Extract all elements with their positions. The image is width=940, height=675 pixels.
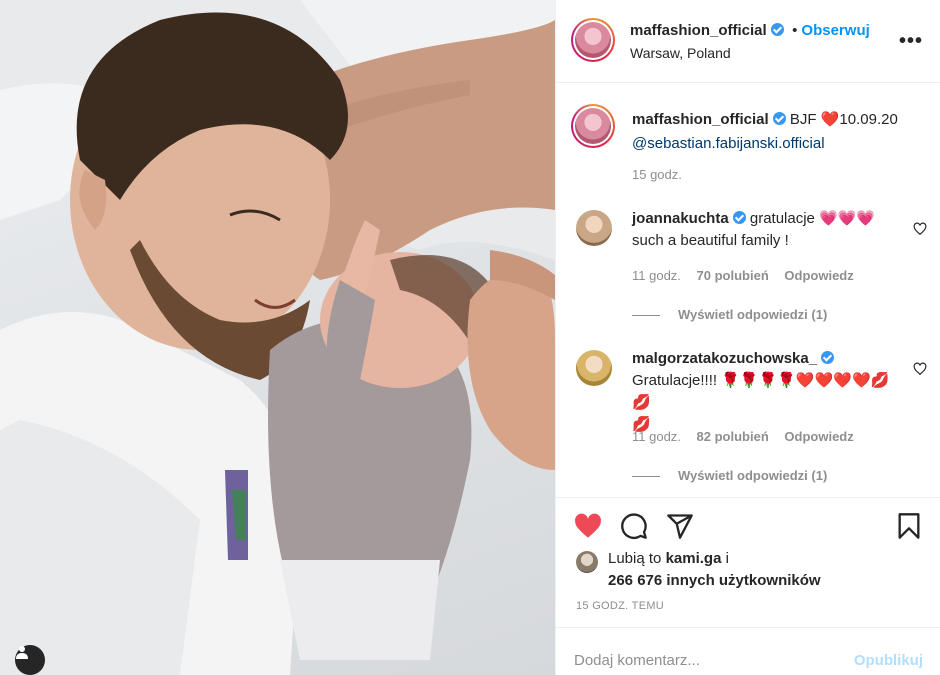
post-timestamp[interactable]: 15 GODZ. TEMU — [576, 600, 664, 612]
verified-badge-icon — [770, 23, 784, 36]
verified-badge-icon — [821, 351, 835, 364]
comments-area[interactable]: maffashion_official BJF ❤️10.09.20 @seba… — [556, 84, 940, 498]
comment-time: 11 godz. — [632, 429, 681, 444]
caption-mention[interactable]: @sebastian.fabijanski.official — [632, 135, 825, 152]
heart-outline-icon[interactable] — [913, 222, 927, 236]
save-button[interactable] — [893, 510, 925, 542]
comment-meta: 11 godz. 70 polubień Odpowiedz — [632, 268, 866, 283]
caption-emoji: ❤️ — [820, 111, 840, 128]
publish-button[interactable]: Opublikuj — [854, 652, 923, 669]
post-header: maffashion_official • Obserwuj Warsaw, Po… — [556, 0, 940, 83]
share-button[interactable] — [664, 510, 696, 542]
comment-text: gratulacje 💗💗💗 — [749, 210, 876, 227]
comment-likes[interactable]: 82 polubień — [697, 429, 769, 444]
liker-avatar[interactable] — [576, 551, 598, 573]
caption-avatar[interactable] — [571, 104, 615, 148]
bookmark-icon — [898, 513, 920, 539]
photo-illustration — [0, 0, 555, 675]
author-username[interactable]: maffashion_official — [630, 22, 767, 39]
follow-button[interactable]: Obserwuj — [801, 22, 869, 39]
likes-summary: Lubią to kami.ga i 266 676 innych użytko… — [576, 548, 926, 592]
likes-prefix: Lubią to — [608, 550, 662, 567]
post-side-panel: maffashion_official • Obserwuj Warsaw, Po… — [555, 0, 940, 675]
comment-avatar[interactable] — [576, 210, 612, 246]
post-caption: maffashion_official BJF ❤️10.09.20 @seba… — [632, 108, 932, 156]
likes-conj: i — [725, 550, 729, 567]
comment-meta: 11 godz. 82 polubień Odpowiedz — [632, 429, 866, 444]
caption-text: BJF — [789, 111, 817, 128]
caption-date: 10.09.20 — [839, 111, 898, 128]
post-location[interactable]: Warsaw, Poland — [630, 45, 731, 61]
reply-button[interactable]: Odpowiedz — [784, 268, 853, 283]
verified-badge-icon — [732, 211, 746, 224]
post-photo[interactable] — [0, 0, 555, 675]
comment-text: Gratulacje!!!! 🌹🌹🌹🌹❤️❤️❤️❤️💋💋 — [632, 372, 890, 411]
comment-time: 11 godz. — [632, 268, 681, 283]
author-avatar[interactable] — [571, 18, 615, 62]
view-replies-button[interactable]: Wyświetl odpowiedzi (1) — [632, 468, 827, 483]
comment-text-line2: such a beautiful family ! — [632, 232, 789, 249]
share-icon — [667, 514, 693, 539]
verified-badge-icon — [772, 112, 786, 125]
post-actions — [556, 498, 940, 554]
comment-icon — [621, 513, 647, 539]
comment-button[interactable] — [618, 510, 650, 542]
comment-likes[interactable]: 70 polubień — [697, 268, 769, 283]
add-comment-bar: Dodaj komentarz... Opublikuj — [556, 627, 940, 675]
reply-button[interactable]: Odpowiedz — [784, 429, 853, 444]
heart-filled-icon — [575, 513, 601, 538]
comment-avatar[interactable] — [576, 350, 612, 386]
liker-username[interactable]: kami.ga — [666, 550, 722, 567]
comment-input[interactable]: Dodaj komentarz... — [574, 652, 700, 669]
caption-time: 15 godz. — [632, 167, 682, 182]
more-options-button[interactable]: ••• — [899, 30, 923, 53]
heart-outline-icon[interactable] — [913, 362, 927, 376]
like-button[interactable] — [572, 510, 604, 542]
caption-username[interactable]: maffashion_official — [632, 111, 769, 128]
comment: malgorzatakozuchowska_ Gratulacje!!!! 🌹🌹… — [632, 348, 902, 436]
comment-username[interactable]: joannakuchta — [632, 210, 729, 227]
separator-dot: • — [792, 22, 798, 39]
comment: joannakuchta gratulacje 💗💗💗 such a beaut… — [632, 208, 902, 252]
likes-count[interactable]: 266 676 innych użytkowników — [608, 572, 821, 589]
user-tag-icon[interactable] — [15, 645, 45, 675]
view-replies-button[interactable]: Wyświetl odpowiedzi (1) — [632, 307, 827, 322]
comment-username[interactable]: malgorzatakozuchowska_ — [632, 350, 817, 367]
